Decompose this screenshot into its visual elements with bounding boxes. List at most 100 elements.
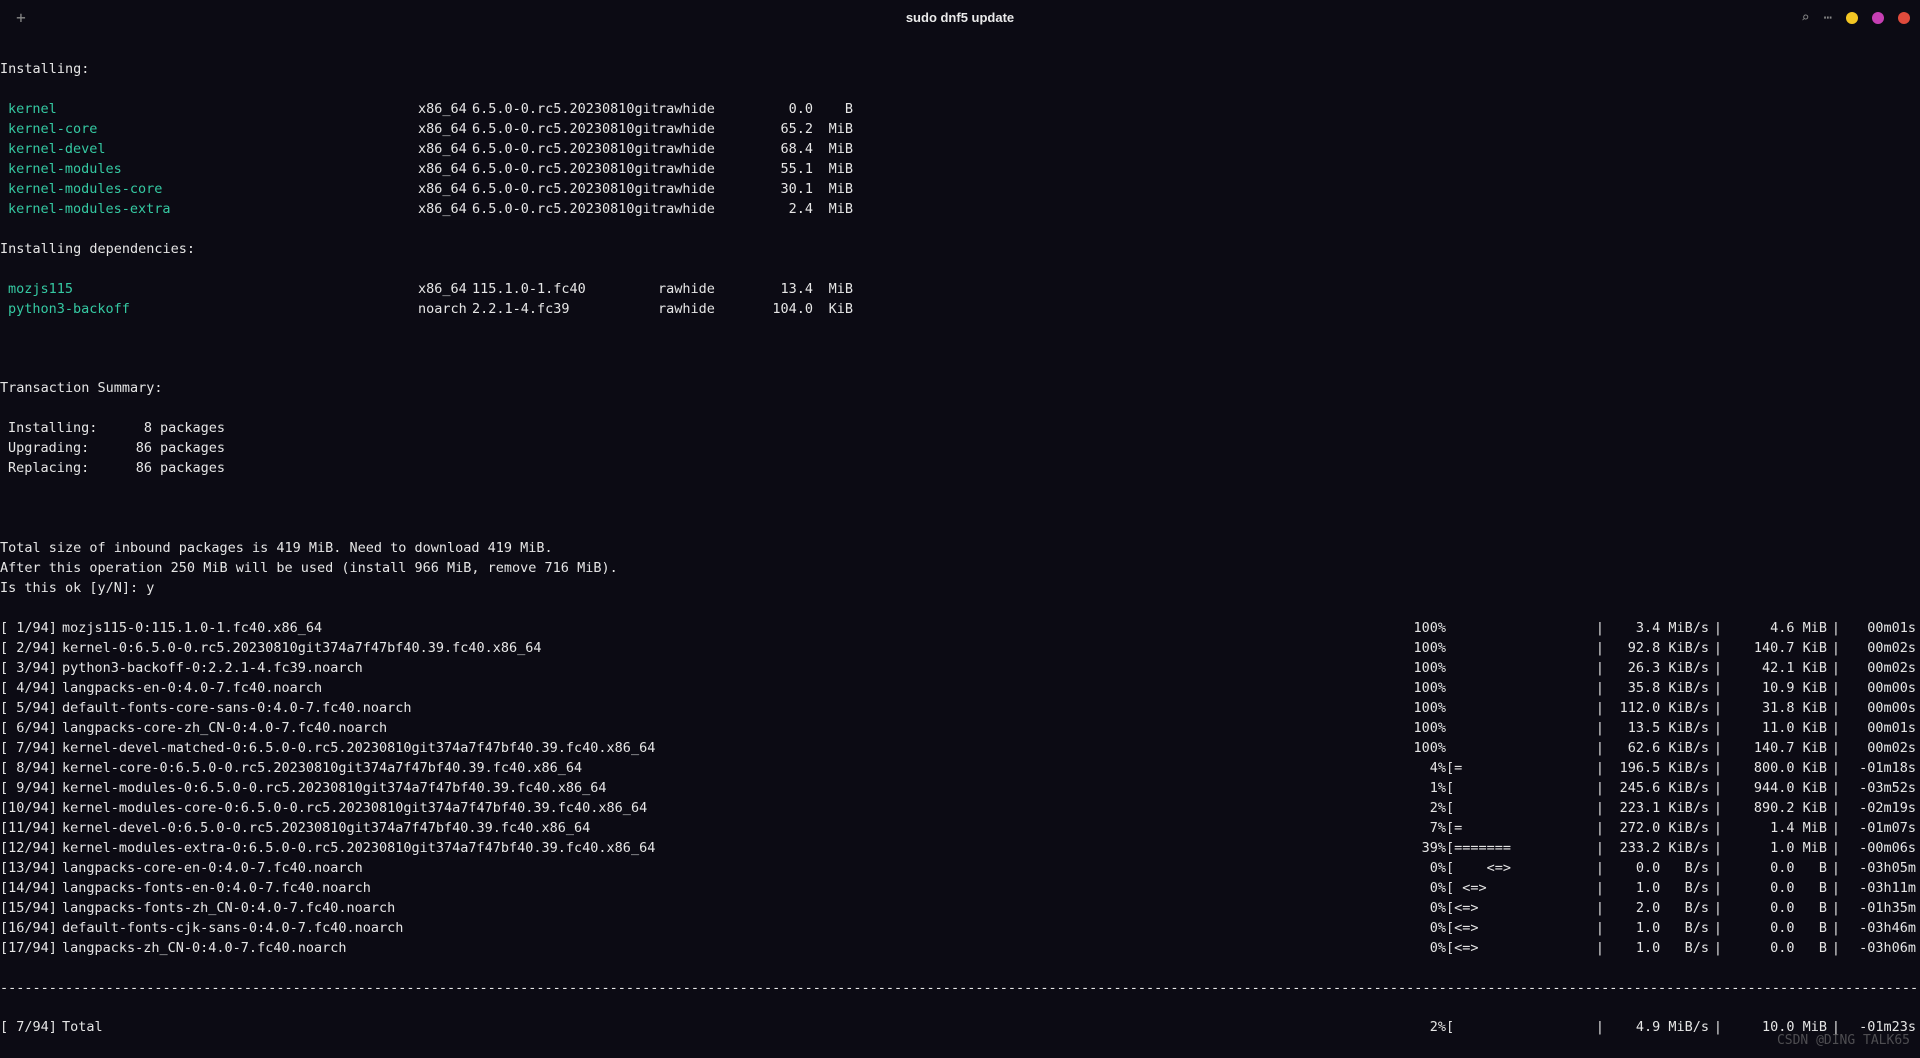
download-name: kernel-modules-extra-0:6.5.0-0.rc5.20230…: [62, 839, 655, 859]
window-titlebar: + sudo dnf5 update ⌕ ⋯: [0, 0, 1920, 36]
download-percent: 39%: [1394, 839, 1446, 859]
download-index: [14/94]: [0, 879, 62, 899]
download-rate: 233.2 KiB/s: [1609, 839, 1709, 859]
package-unit: MiB: [813, 140, 853, 160]
download-time: 00m02s: [1845, 739, 1920, 759]
package-row: kernel-develx86_646.5.0-0.rc5.20230810gi…: [0, 140, 1920, 160]
summary-word: packages: [152, 419, 225, 439]
download-percent: 100%: [1394, 619, 1446, 639]
download-index: [ 7/94]: [0, 739, 62, 759]
download-row: [ 6/94]langpacks-core-zh_CN-0:4.0-7.fc40…: [0, 719, 1920, 739]
section-installing-deps: Installing dependencies:: [0, 240, 1920, 260]
search-icon[interactable]: ⌕: [1801, 8, 1809, 29]
download-rate: 2.0 B/s: [1609, 899, 1709, 919]
download-rate: 1.0 B/s: [1609, 939, 1709, 959]
download-row: [17/94]langpacks-zh_CN-0:4.0-7.fc40.noar…: [0, 939, 1920, 959]
package-name: kernel: [0, 100, 418, 120]
summary-word: packages: [152, 459, 225, 479]
package-version: 6.5.0-0.rc5.20230810git: [472, 160, 658, 180]
progress-bar: [1446, 639, 1591, 659]
download-size: 140.7 KiB: [1727, 739, 1827, 759]
download-name: langpacks-core-en-0:4.0-7.fc40.noarch: [62, 859, 363, 879]
download-size: 0.0 B: [1727, 919, 1827, 939]
progress-bar: [<=> ]: [1446, 919, 1591, 939]
maximize-button[interactable]: [1872, 12, 1884, 24]
download-size: 0.0 B: [1727, 879, 1827, 899]
window-title: sudo dnf5 update: [906, 8, 1014, 27]
download-index: [10/94]: [0, 799, 62, 819]
section-txn-summary: Transaction Summary:: [0, 379, 1920, 399]
minimize-button[interactable]: [1846, 12, 1858, 24]
download-rate: 13.5 KiB/s: [1609, 719, 1709, 739]
download-rate: 112.0 KiB/s: [1609, 699, 1709, 719]
package-repo: rawhide: [658, 300, 728, 320]
package-row: kernel-modules-extrax86_646.5.0-0.rc5.20…: [0, 200, 1920, 220]
progress-bar: [ <=> ]: [1446, 859, 1591, 879]
package-unit: MiB: [813, 200, 853, 220]
download-time: 00m00s: [1845, 679, 1920, 699]
download-size: 890.2 KiB: [1727, 799, 1827, 819]
menu-icon[interactable]: ⋯: [1824, 8, 1832, 29]
close-button[interactable]: [1898, 12, 1910, 24]
download-percent: 7%: [1394, 819, 1446, 839]
download-percent: 2%: [1394, 799, 1446, 819]
package-unit: MiB: [813, 160, 853, 180]
package-name: python3-backoff: [0, 300, 418, 320]
package-repo: rawhide: [658, 160, 728, 180]
download-name: kernel-0:6.5.0-0.rc5.20230810git374a7f47…: [62, 639, 542, 659]
package-arch: x86_64: [418, 280, 472, 300]
package-unit: B: [813, 100, 853, 120]
download-time: 00m02s: [1845, 639, 1920, 659]
new-tab-button[interactable]: +: [10, 7, 32, 29]
package-size: 65.2: [728, 120, 813, 140]
info-line: Total size of inbound packages is 419 Mi…: [0, 539, 1920, 559]
download-size: 4.6 MiB: [1727, 619, 1827, 639]
download-size: 0.0 B: [1727, 899, 1827, 919]
download-size: 944.0 KiB: [1727, 779, 1827, 799]
package-repo: rawhide: [658, 280, 728, 300]
summary-row: Upgrading:86packages: [0, 439, 1920, 459]
download-percent: 100%: [1394, 699, 1446, 719]
titlebar-right-controls: ⌕ ⋯: [1801, 8, 1910, 29]
download-percent: 100%: [1394, 639, 1446, 659]
info-line: Is this ok [y/N]: y: [0, 579, 1920, 599]
terminal-output: Installing: kernelx86_646.5.0-0.rc5.2023…: [0, 36, 1920, 1058]
download-size: 140.7 KiB: [1727, 639, 1827, 659]
download-row: [ 2/94]kernel-0:6.5.0-0.rc5.20230810git3…: [0, 639, 1920, 659]
download-row: [ 8/94]kernel-core-0:6.5.0-0.rc5.2023081…: [0, 759, 1920, 779]
package-repo: rawhide: [658, 140, 728, 160]
package-version: 6.5.0-0.rc5.20230810git: [472, 180, 658, 200]
package-arch: x86_64: [418, 100, 472, 120]
download-rate: 3.4 MiB/s: [1609, 619, 1709, 639]
download-index: [16/94]: [0, 919, 62, 939]
progress-bar: [1446, 619, 1591, 639]
package-version: 6.5.0-0.rc5.20230810git: [472, 100, 658, 120]
package-arch: x86_64: [418, 160, 472, 180]
download-index: [ 8/94]: [0, 759, 62, 779]
progress-bar: [1446, 719, 1591, 739]
download-row: [ 9/94]kernel-modules-0:6.5.0-0.rc5.2023…: [0, 779, 1920, 799]
progress-bar: [ ]: [1446, 799, 1591, 819]
download-time: -03h11m: [1845, 879, 1920, 899]
download-row: [13/94]langpacks-core-en-0:4.0-7.fc40.no…: [0, 859, 1920, 879]
download-time: -01m18s: [1845, 759, 1920, 779]
download-name: default-fonts-core-sans-0:4.0-7.fc40.noa…: [62, 699, 412, 719]
progress-bar: [ ]: [1446, 1018, 1591, 1038]
download-size: 42.1 KiB: [1727, 659, 1827, 679]
download-row: [12/94]kernel-modules-extra-0:6.5.0-0.rc…: [0, 839, 1920, 859]
download-total-row: [ 7/94]Total2%[ ]|4.9 MiB/s|10.0 MiB|-01…: [0, 1018, 1920, 1038]
download-time: -01m23s: [1845, 1018, 1920, 1038]
download-size: 0.0 B: [1727, 859, 1827, 879]
package-name: kernel-modules-core: [0, 180, 418, 200]
package-repo: rawhide: [658, 100, 728, 120]
download-index: [ 3/94]: [0, 659, 62, 679]
package-row: kernelx86_646.5.0-0.rc5.20230810gitrawhi…: [0, 100, 1920, 120]
download-time: 00m01s: [1845, 719, 1920, 739]
summary-label: Installing:: [0, 419, 96, 439]
package-size: 55.1: [728, 160, 813, 180]
download-percent: 0%: [1394, 899, 1446, 919]
progress-bar: [ <=> ]: [1446, 879, 1591, 899]
download-percent: 1%: [1394, 779, 1446, 799]
summary-word: packages: [152, 439, 225, 459]
download-row: [ 4/94]langpacks-en-0:4.0-7.fc40.noarch1…: [0, 679, 1920, 699]
